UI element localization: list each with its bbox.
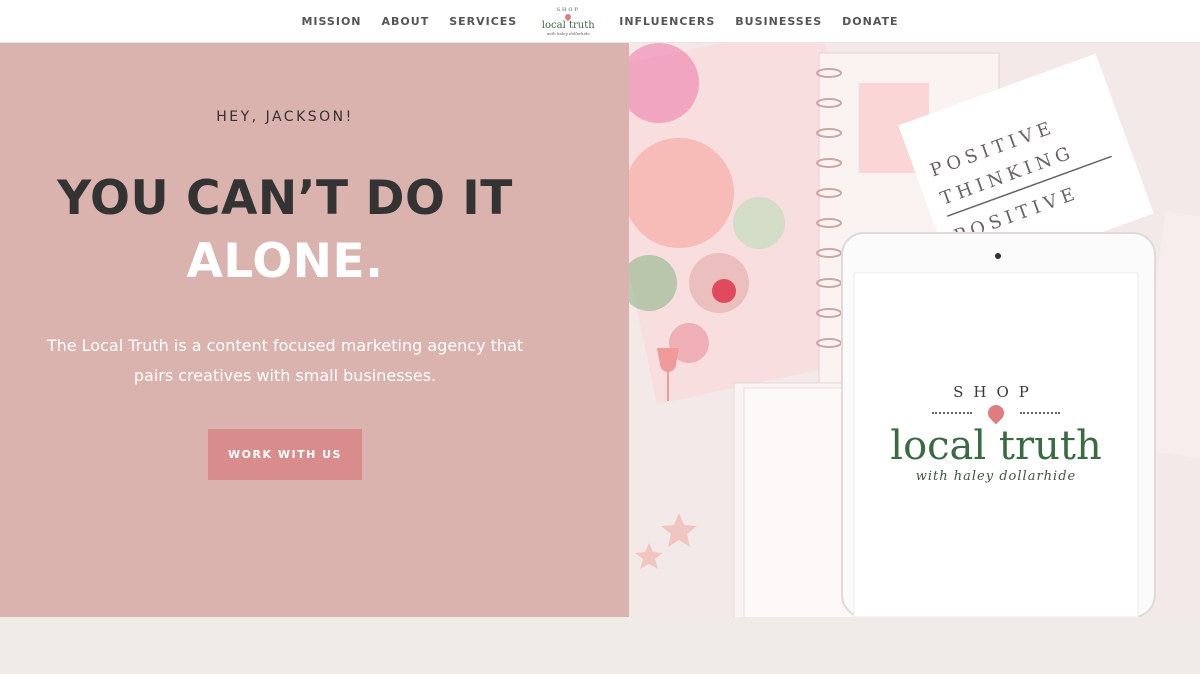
nav-link-influencers[interactable]: INFLUENCERS xyxy=(619,15,715,28)
logo-shop-text: SHOP xyxy=(556,6,580,13)
site-logo[interactable]: SHOP local truth with haley dollarhide xyxy=(539,2,597,40)
hero-section: HEY, JACKSON! YOU CAN’T DO IT ALONE. The… xyxy=(0,43,629,617)
tablet-logo-shop: SHOP xyxy=(953,383,1039,401)
nav-link-services[interactable]: SERVICES xyxy=(449,15,517,28)
dotted-line-right xyxy=(1020,412,1060,414)
nav-link-businesses[interactable]: BUSINESSES xyxy=(735,15,822,28)
work-with-us-button[interactable]: WORK WITH US xyxy=(208,429,362,480)
dotted-line-left xyxy=(932,412,972,414)
tablet-logo-name: local truth xyxy=(890,423,1102,469)
nav-link-donate[interactable]: DONATE xyxy=(842,15,898,28)
nav-link-about[interactable]: ABOUT xyxy=(382,15,430,28)
headline-line-light: ALONE. xyxy=(186,234,384,289)
next-section-background xyxy=(0,617,1200,674)
tablet-logo-tagline: with haley dollarhide xyxy=(915,469,1077,484)
map-pin-icon xyxy=(984,401,1008,425)
logo-tagline-text: with haley dollarhide xyxy=(546,30,590,36)
headline-line-dark: YOU CAN’T DO IT xyxy=(57,171,513,226)
flatlay-illustration: POSITIVE THINKING POSITIVE xyxy=(629,43,1200,617)
nav-link-mission[interactable]: MISSION xyxy=(301,15,361,28)
hero-greeting: HEY, JACKSON! xyxy=(216,109,354,125)
hero-description: The Local Truth is a content focused mar… xyxy=(46,336,524,385)
top-navigation: MISSION ABOUT SERVICES SHOP local truth … xyxy=(0,0,1200,43)
tablet-logo-pin-row xyxy=(854,401,1138,425)
hero-photo: POSITIVE THINKING POSITIVE SHOP local tr… xyxy=(629,43,1200,617)
tablet-logo: SHOP local truth with haley dollarhide xyxy=(854,383,1138,484)
hero-headline: YOU CAN’T DO IT ALONE. xyxy=(0,167,570,293)
logo-name-text: local truth xyxy=(541,19,595,31)
